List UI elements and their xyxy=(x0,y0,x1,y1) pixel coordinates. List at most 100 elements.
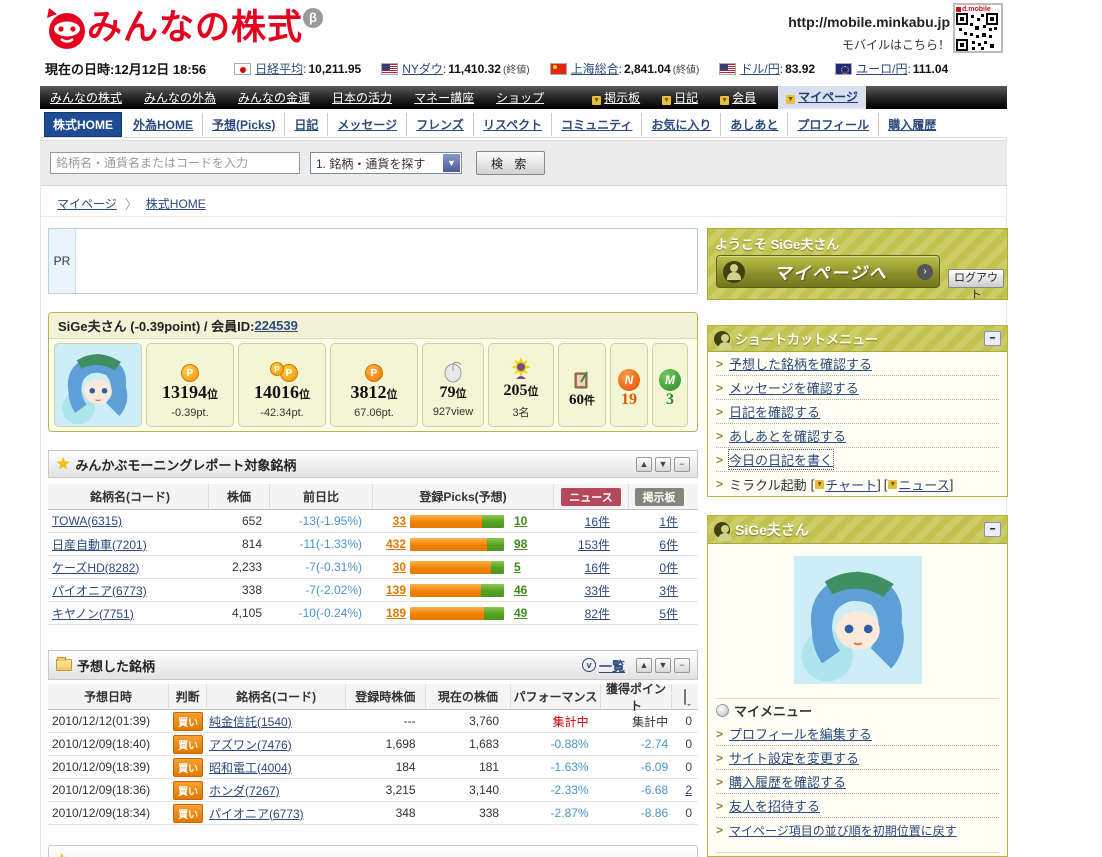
board-badge[interactable]: 掲示板 xyxy=(635,488,684,506)
edit-profile-link[interactable]: プロフィールを編集する xyxy=(729,724,872,743)
search-input[interactable] xyxy=(50,152,300,174)
col-current-price: 現在の株価 xyxy=(426,688,511,705)
shortcut-write-diary[interactable]: 今日の日記を書く xyxy=(729,450,833,469)
sell-picks-link[interactable]: 10 xyxy=(514,514,527,528)
mypage-button[interactable]: マイページへ › xyxy=(716,255,940,288)
sell-picks-link[interactable]: 98 xyxy=(514,537,527,551)
bullet-icon: > xyxy=(716,429,723,443)
news-count-link[interactable]: 33件 xyxy=(585,584,610,598)
shortcut-check-diary[interactable]: 日記を確認する xyxy=(729,402,820,421)
nav-kinun[interactable]: みんなの金運 xyxy=(238,89,310,106)
move-down-button[interactable]: ▼ xyxy=(655,457,671,472)
breadcrumb-current[interactable]: 株式HOME xyxy=(146,195,206,212)
nav-stocks[interactable]: みんなの株式 xyxy=(50,89,122,106)
buy-picks-link[interactable]: 189 xyxy=(386,606,406,620)
nydow-link[interactable]: NYダウ xyxy=(402,60,443,77)
tab-community[interactable]: コミュニティ xyxy=(552,113,642,136)
stock-link[interactable]: 日産自動車(7201) xyxy=(52,538,147,552)
performance-cell: -0.88% xyxy=(511,737,600,751)
sell-picks-link[interactable]: 5 xyxy=(514,560,521,574)
dropdown-icon: ▼ xyxy=(786,95,795,104)
tab-stock-home[interactable]: 株式HOME xyxy=(44,112,122,137)
reset-layout-link[interactable]: マイページ項目の並び順を初期位置に戻す xyxy=(729,822,957,839)
miracle-news-link[interactable]: ニュース xyxy=(898,475,949,494)
shortcut-check-messages[interactable]: メッセージを確認する xyxy=(729,378,859,397)
table-row: パイオニア(6773) 338 -7(-2.02%) 139 46 33件 3件 xyxy=(48,579,698,602)
collapse-button[interactable]: − xyxy=(674,658,690,673)
logo-text: みんなの株式 xyxy=(87,6,303,50)
stock-link[interactable]: ケーズHD(8282) xyxy=(52,561,139,575)
logout-button[interactable]: ログアウト xyxy=(948,269,1004,288)
collapse-button[interactable]: − xyxy=(674,457,690,472)
nav-board[interactable]: ▼掲示板 xyxy=(592,89,640,106)
eurjpy-link[interactable]: ユーロ/円 xyxy=(856,60,907,77)
move-up-button[interactable]: ▲ xyxy=(636,457,652,472)
member-id-link[interactable]: 224539 xyxy=(254,318,297,333)
nav-mypage[interactable]: ▼マイページ xyxy=(778,86,866,109)
buy-picks-link[interactable]: 30 xyxy=(393,560,406,574)
sell-picks-link[interactable]: 46 xyxy=(514,583,527,597)
tab-purchase-history[interactable]: 購入履歴 xyxy=(879,113,945,136)
news-badge[interactable]: ニュース xyxy=(561,488,620,506)
nav-diary[interactable]: ▼日記 xyxy=(662,89,698,106)
move-down-button[interactable]: ▼ xyxy=(655,658,671,673)
site-settings-link[interactable]: サイト設定を変更する xyxy=(729,748,859,767)
nav-fx[interactable]: みんなの外為 xyxy=(144,89,216,106)
tab-favorites[interactable]: お気に入り xyxy=(642,113,721,136)
board-count-link[interactable]: 5件 xyxy=(659,607,678,621)
stock-link[interactable]: アズワン(7476) xyxy=(209,738,292,752)
tab-picks[interactable]: 予想(Picks) xyxy=(203,113,285,136)
stock-link[interactable]: TOWA(6315) xyxy=(52,514,122,528)
site-logo[interactable]: みんなの株式 β xyxy=(45,6,323,52)
menu-item: > あしあとを確認する xyxy=(716,424,999,448)
invite-friends-link[interactable]: 友人を招待する xyxy=(729,796,820,815)
stock-link[interactable]: 昭和電工(4004) xyxy=(209,761,292,775)
stock-link[interactable]: 純金信託(1540) xyxy=(209,715,292,729)
current-price-cell: 3,140 xyxy=(426,783,512,797)
stock-link[interactable]: パイオニア(6773) xyxy=(52,584,147,598)
avatar[interactable] xyxy=(54,343,142,427)
search-button[interactable]: 検 索 xyxy=(476,151,545,175)
buy-picks-link[interactable]: 139 xyxy=(386,583,406,597)
stock-link[interactable]: キヤノン(7751) xyxy=(52,607,134,621)
tab-profile[interactable]: プロフィール xyxy=(788,113,879,136)
tab-fx-home[interactable]: 外為HOME xyxy=(124,113,203,136)
nikkei-link[interactable]: 日経平均 xyxy=(255,60,303,77)
stock-link[interactable]: ホンダ(7267) xyxy=(209,784,280,798)
shortcut-check-predictions[interactable]: 予想した銘柄を確認する xyxy=(729,354,872,373)
search-category-select[interactable]: 1. 銘柄・通貨を探す ▼ xyxy=(310,152,462,174)
purchase-history-link[interactable]: 購入履歴を確認する xyxy=(729,772,846,791)
buy-picks-link[interactable]: 432 xyxy=(386,537,406,551)
news-count-link[interactable]: 153件 xyxy=(578,538,610,552)
collapse-button[interactable]: − xyxy=(984,331,1001,346)
buy-picks-link[interactable]: 33 xyxy=(393,514,406,528)
board-count-link[interactable]: 1件 xyxy=(659,515,678,529)
news-count-link[interactable]: 16件 xyxy=(585,515,610,529)
nav-shop[interactable]: ショップ xyxy=(496,89,544,106)
news-count-link[interactable]: 82件 xyxy=(585,607,610,621)
tab-footprints[interactable]: あしあと xyxy=(721,113,788,136)
tab-diary[interactable]: 日記 xyxy=(285,113,328,136)
board-count-link[interactable]: 0件 xyxy=(659,561,678,575)
tab-message[interactable]: メッセージ xyxy=(328,113,407,136)
move-up-button[interactable]: ▲ xyxy=(636,658,652,673)
usdjpy-link[interactable]: ドル/円 xyxy=(740,60,779,77)
list-link[interactable]: 一覧 xyxy=(599,656,625,675)
comment-count-link[interactable]: 2 xyxy=(685,783,692,797)
board-count-link[interactable]: 3件 xyxy=(659,584,678,598)
shanghai-link[interactable]: 上海総合 xyxy=(571,60,619,77)
miracle-chart-link[interactable]: チャート xyxy=(825,475,877,494)
board-count-link[interactable]: 6件 xyxy=(659,538,678,552)
profile-title: SiGe夫さん xyxy=(735,520,809,540)
collapse-button[interactable]: − xyxy=(984,522,1001,537)
tab-friends[interactable]: フレンズ xyxy=(407,113,474,136)
news-count-link[interactable]: 16件 xyxy=(585,561,610,575)
stock-link[interactable]: パイオニア(6773) xyxy=(209,807,304,821)
nav-member[interactable]: ▼会員 xyxy=(720,89,756,106)
sell-picks-link[interactable]: 49 xyxy=(514,606,527,620)
nav-katsuryoku[interactable]: 日本の活力 xyxy=(332,89,392,106)
tab-respect[interactable]: リスペクト xyxy=(474,113,552,136)
shortcut-check-footprints[interactable]: あしあとを確認する xyxy=(729,426,846,445)
breadcrumb-mypage[interactable]: マイページ xyxy=(57,195,117,212)
nav-money-course[interactable]: マネー講座 xyxy=(414,89,474,106)
